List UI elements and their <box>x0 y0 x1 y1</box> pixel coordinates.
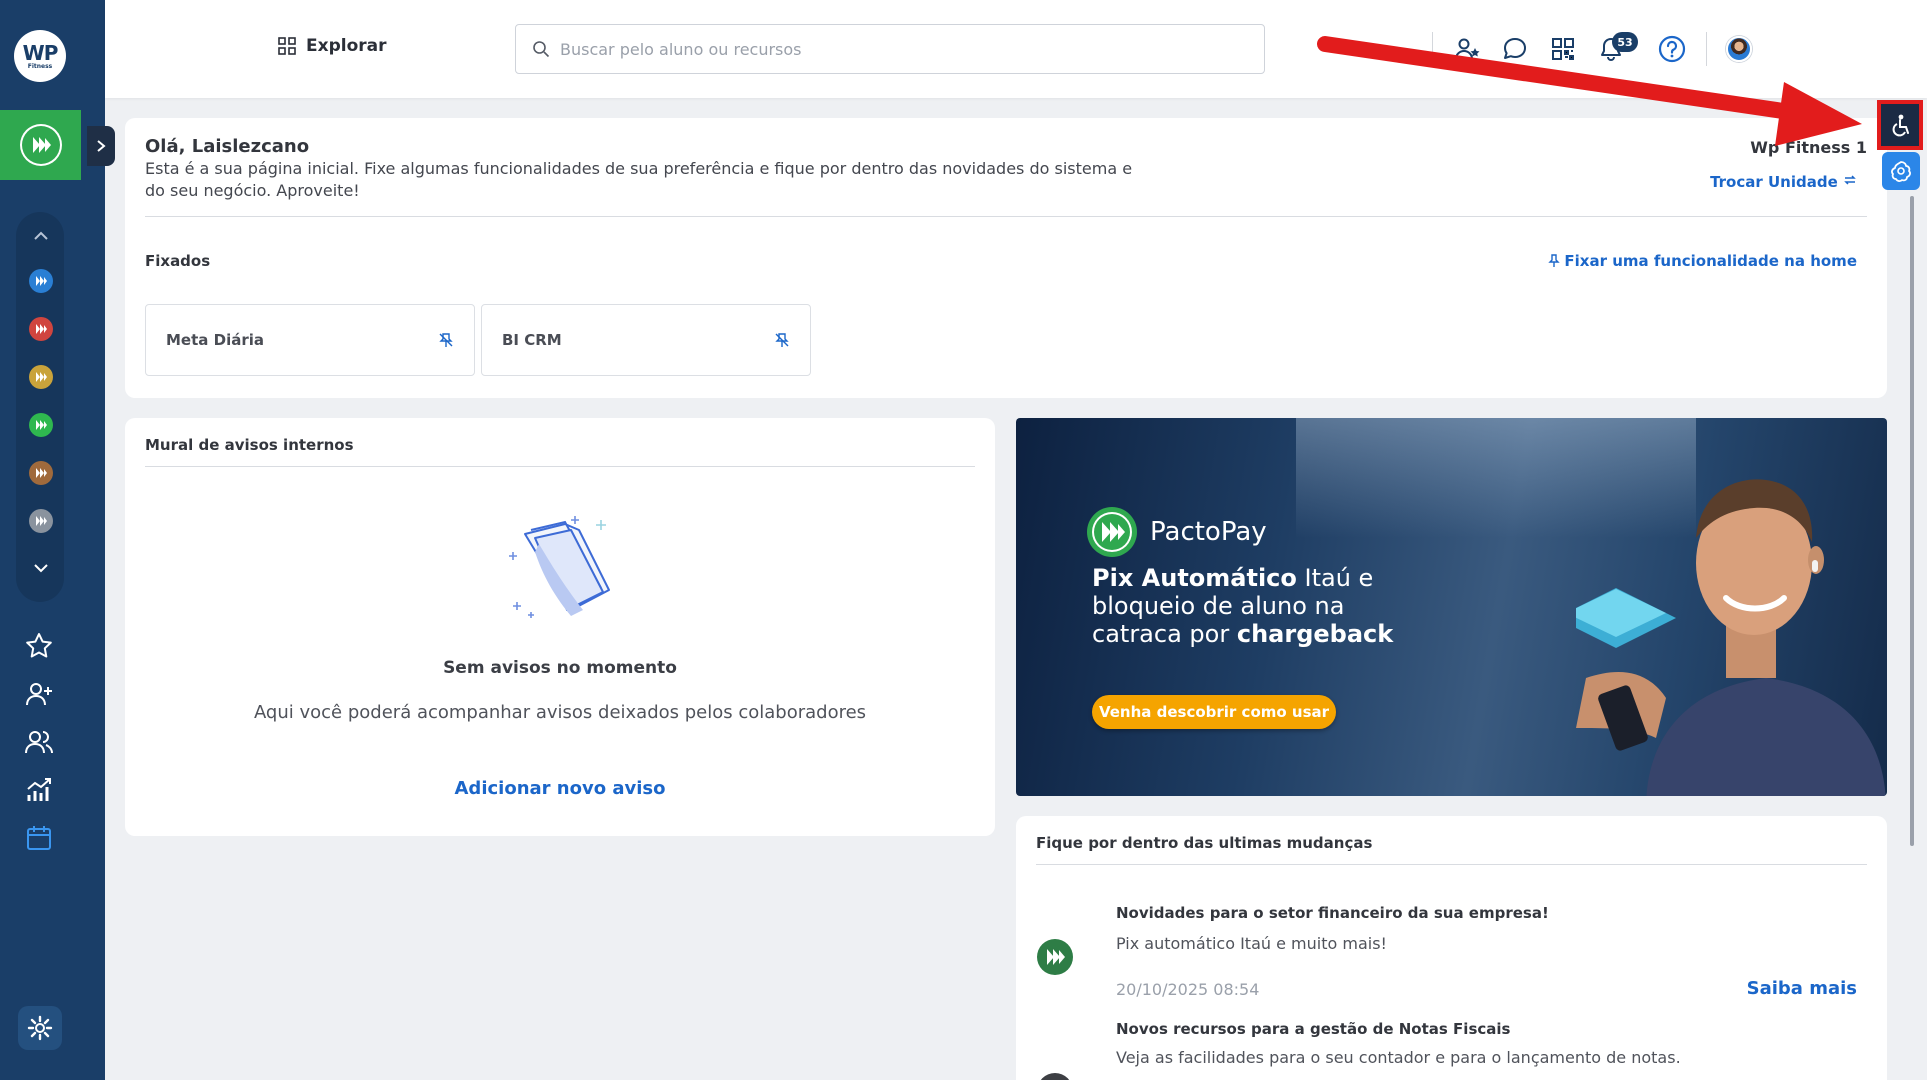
switch-unit-label: Trocar Unidade <box>1710 173 1838 191</box>
active-module-pacto[interactable] <box>0 110 81 180</box>
chevron-down-icon[interactable] <box>31 558 51 578</box>
pacto-logo-icon <box>1087 507 1137 557</box>
empty-state-description: Aqui você poderá acompanhar avisos deixa… <box>253 702 867 723</box>
search-bar <box>515 24 1265 74</box>
unpin-icon[interactable] <box>438 332 454 348</box>
news-title: Fique por dentro das ultimas mudanças <box>1036 834 1373 852</box>
pacto-logo-icon <box>19 124 62 166</box>
explore-button[interactable]: Explorar <box>278 36 387 56</box>
chart-icon[interactable] <box>24 775 54 805</box>
star-icon[interactable] <box>24 631 54 661</box>
app-logo[interactable]: WP Fitness <box>14 30 66 82</box>
users-icon[interactable] <box>24 727 54 757</box>
gear-icon <box>27 1015 53 1041</box>
news-item-description: Veja as facilidades para o seu contador … <box>1116 1048 1681 1067</box>
topbar-divider <box>1706 32 1707 66</box>
news-item: Novos recursos para a gestão de Notas Fi… <box>1036 1020 1867 1080</box>
add-user-icon[interactable] <box>24 679 54 709</box>
accessibility-icon <box>1892 114 1909 137</box>
pacto-green-icon <box>1037 939 1073 975</box>
home-welcome-card: Olá, Laislezcano Esta é a sua página ini… <box>125 118 1887 398</box>
pinned-card-bi-crm[interactable]: BI CRM <box>481 304 811 376</box>
pinned-section-title: Fixados <box>145 252 211 270</box>
pacto-gold-icon[interactable] <box>28 364 54 390</box>
learn-more-link[interactable]: Saiba mais <box>1747 978 1857 999</box>
help-button[interactable] <box>1657 34 1687 64</box>
explore-label: Explorar <box>306 36 387 56</box>
pacto-blue-icon[interactable] <box>28 268 54 294</box>
search-input[interactable] <box>560 39 1240 59</box>
pinned-card-label: Meta Diária <box>166 331 264 349</box>
sidebar-expand-button[interactable] <box>87 126 115 166</box>
news-item-description: Pix automático Itaú e muito mais! <box>1116 934 1387 953</box>
unit-switcher <box>16 212 64 602</box>
search-icon <box>533 41 550 58</box>
pinned-card-label: BI CRM <box>502 331 562 349</box>
divider <box>145 216 1867 217</box>
empty-folder-illustration <box>509 516 610 618</box>
greeting-intro: Esta é a sua página inicial. Fixe alguma… <box>145 159 1133 200</box>
pacto-gray-icon[interactable] <box>28 508 54 534</box>
latest-changes-card: Fique por dentro das ultimas mudanças No… <box>1016 816 1887 1080</box>
unpin-icon[interactable] <box>774 332 790 348</box>
calendar-icon[interactable] <box>24 823 54 853</box>
settings-button[interactable] <box>18 1006 62 1050</box>
swap-icon <box>1844 175 1856 185</box>
help-icon <box>1658 35 1686 63</box>
chat-icon <box>1504 38 1526 59</box>
banner-headline-bold: Pix Automático <box>1092 564 1297 592</box>
pacto-green-icon[interactable] <box>28 412 54 438</box>
logo-subtext: Fitness <box>27 62 53 70</box>
greeting-title: Olá, Laislezcano <box>145 136 310 157</box>
ai-assistant-icon <box>1891 161 1911 182</box>
pin-feature-label: Fixar uma funcionalidade na home <box>1564 252 1857 270</box>
pinned-card-meta-diaria[interactable]: Meta Diária <box>145 304 475 376</box>
divider <box>145 466 975 467</box>
banner-person-image <box>1576 479 1886 796</box>
news-item-date: 20/10/2025 08:54 <box>1116 980 1260 999</box>
internal-notices-card: Mural de avisos internos Sem avisos no m… <box>125 418 995 836</box>
notifications-badge: 53 <box>1612 32 1638 52</box>
add-student-button[interactable] <box>1452 34 1482 64</box>
banner-brand: PactoPay <box>1086 506 1267 558</box>
banner-headline-bold: chargeback <box>1236 620 1394 648</box>
pacto-brown-icon[interactable] <box>28 460 54 486</box>
news-item-title: Novidades para o setor financeiro da sua… <box>1116 904 1549 922</box>
chevron-up-icon[interactable] <box>31 226 51 246</box>
pacto-gray-icon <box>1040 1073 1070 1080</box>
chevron-right-icon <box>97 140 106 152</box>
ai-assistant-button[interactable] <box>1882 152 1920 190</box>
notices-title: Mural de avisos internos <box>145 436 354 454</box>
pactopay-banner[interactable]: PactoPay Pix Automático Itaú e bloqueio … <box>1016 418 1887 796</box>
banner-brand-name: PactoPay <box>1150 517 1267 547</box>
notifications-button[interactable]: 53 <box>1596 32 1638 64</box>
news-item: Novidades para o setor financeiro da sua… <box>1036 886 1867 1006</box>
qr-icon <box>1552 38 1574 60</box>
pin-icon <box>1548 254 1561 267</box>
topbar-divider <box>1432 32 1433 66</box>
pin-feature-link[interactable]: Fixar uma funcionalidade na home <box>1548 252 1857 270</box>
pacto-red-icon[interactable] <box>28 316 54 342</box>
grid-icon <box>278 37 296 55</box>
user-avatar[interactable] <box>1726 36 1752 62</box>
switch-unit-link[interactable]: Trocar Unidade <box>1710 173 1857 191</box>
qr-code-button[interactable] <box>1548 34 1578 64</box>
banner-headline: Pix Automático Itaú e bloqueio de aluno … <box>1092 564 1432 648</box>
add-notice-button[interactable]: Adicionar novo aviso <box>125 778 995 799</box>
add-user-icon <box>1455 38 1480 60</box>
page-scrollbar[interactable] <box>1910 196 1914 846</box>
divider <box>1036 864 1867 865</box>
top-bar: Explorar 53 <box>105 0 1927 98</box>
chat-button[interactable] <box>1500 34 1530 64</box>
logo-text: WP <box>22 40 59 65</box>
empty-state-title: Sem avisos no momento <box>443 658 677 678</box>
accessibility-button[interactable] <box>1877 100 1923 150</box>
unit-name: Wp Fitness 1 <box>1750 138 1867 157</box>
news-item-title: Novos recursos para a gestão de Notas Fi… <box>1116 1020 1511 1038</box>
banner-cta-button[interactable]: Venha descobrir como usar <box>1092 695 1336 729</box>
